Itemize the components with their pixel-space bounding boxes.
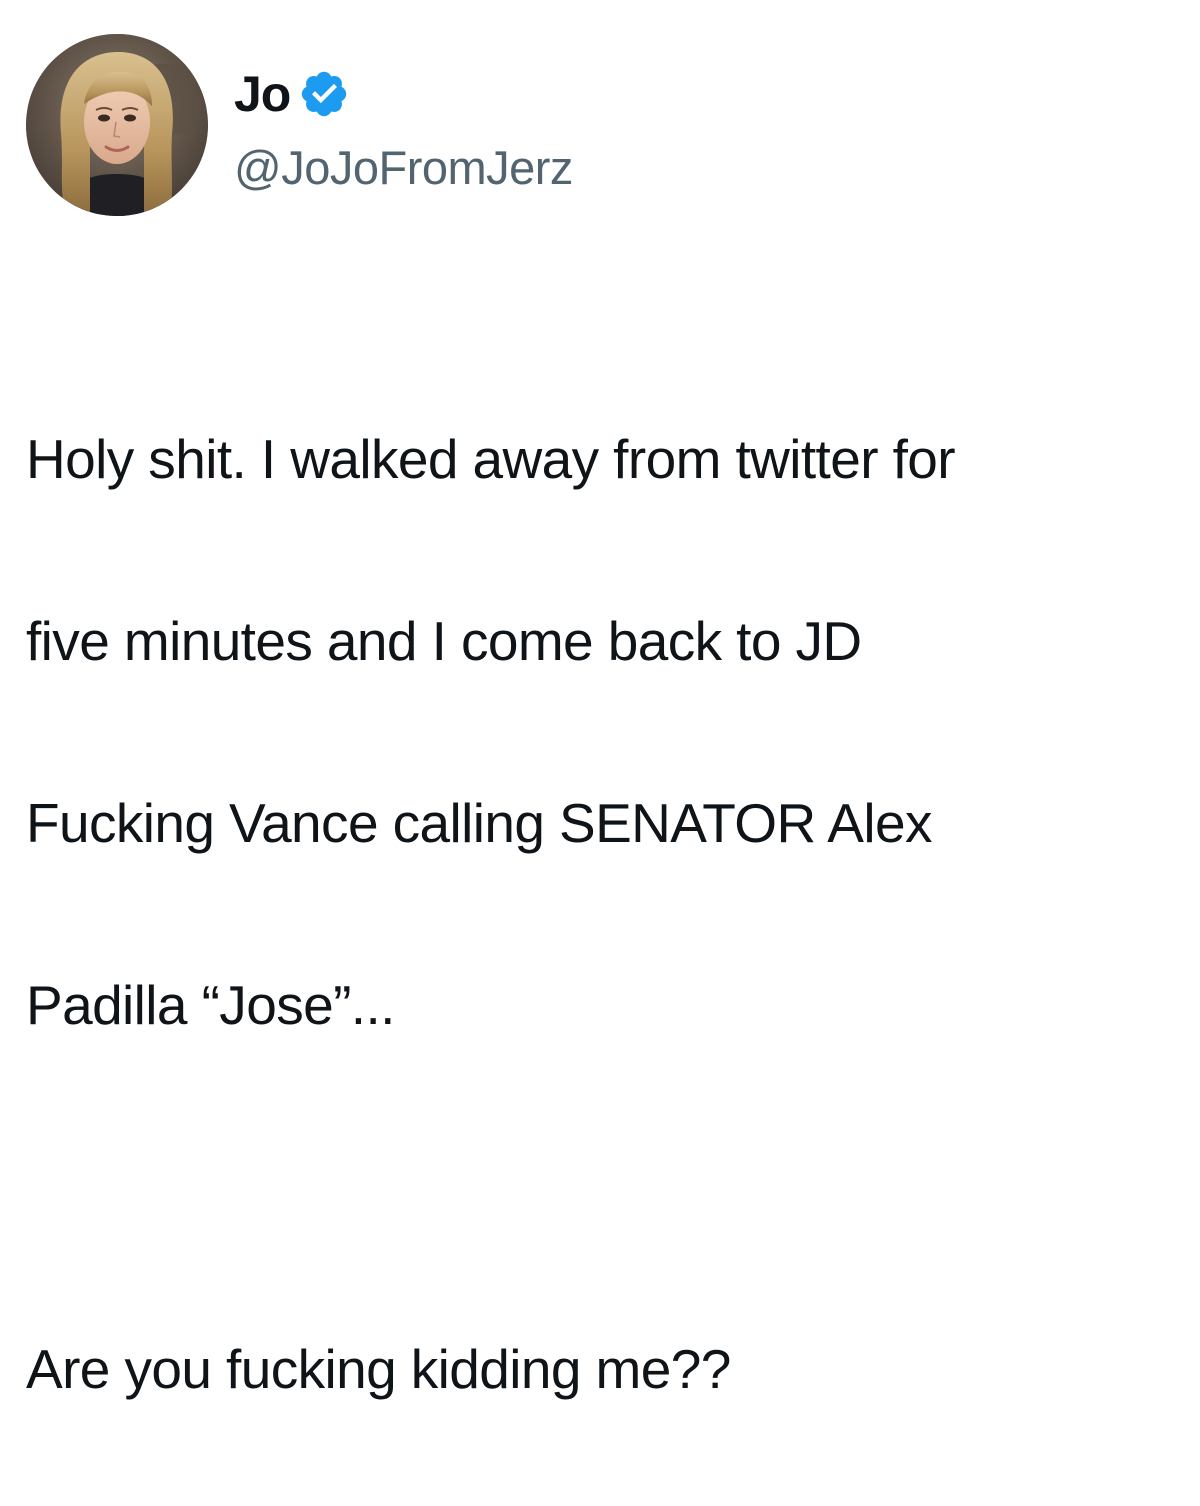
verified-check-icon[interactable] [298, 68, 350, 120]
author-identity: Jo @JoJoFromJerz [234, 62, 573, 200]
tweet-text-line: Holy shit. I walked away from twitter fo… [26, 428, 956, 490]
avatar-image [26, 34, 208, 216]
tweet-text-line: Fucking Vance calling SENATOR Alex [26, 792, 932, 854]
name-row: Jo [234, 62, 573, 126]
paragraph-break [26, 1142, 1186, 1233]
avatar[interactable] [26, 34, 208, 216]
tweet-card: Jo @JoJoFromJerz Holy shit. I walked awa… [0, 0, 1200, 1400]
tweet-header: Jo @JoJoFromJerz [26, 34, 573, 216]
tweet-text: Holy shit. I walked away from twitter fo… [26, 323, 1186, 1506]
tweet-text-line: five minutes and I come back to JD [26, 610, 862, 672]
tweet-text-line: Are you fucking kidding me?? [26, 1338, 731, 1400]
display-name[interactable]: Jo [234, 62, 291, 126]
author-handle[interactable]: @JoJoFromJerz [234, 136, 573, 200]
tweet-text-line: Padilla “Jose”... [26, 974, 395, 1036]
